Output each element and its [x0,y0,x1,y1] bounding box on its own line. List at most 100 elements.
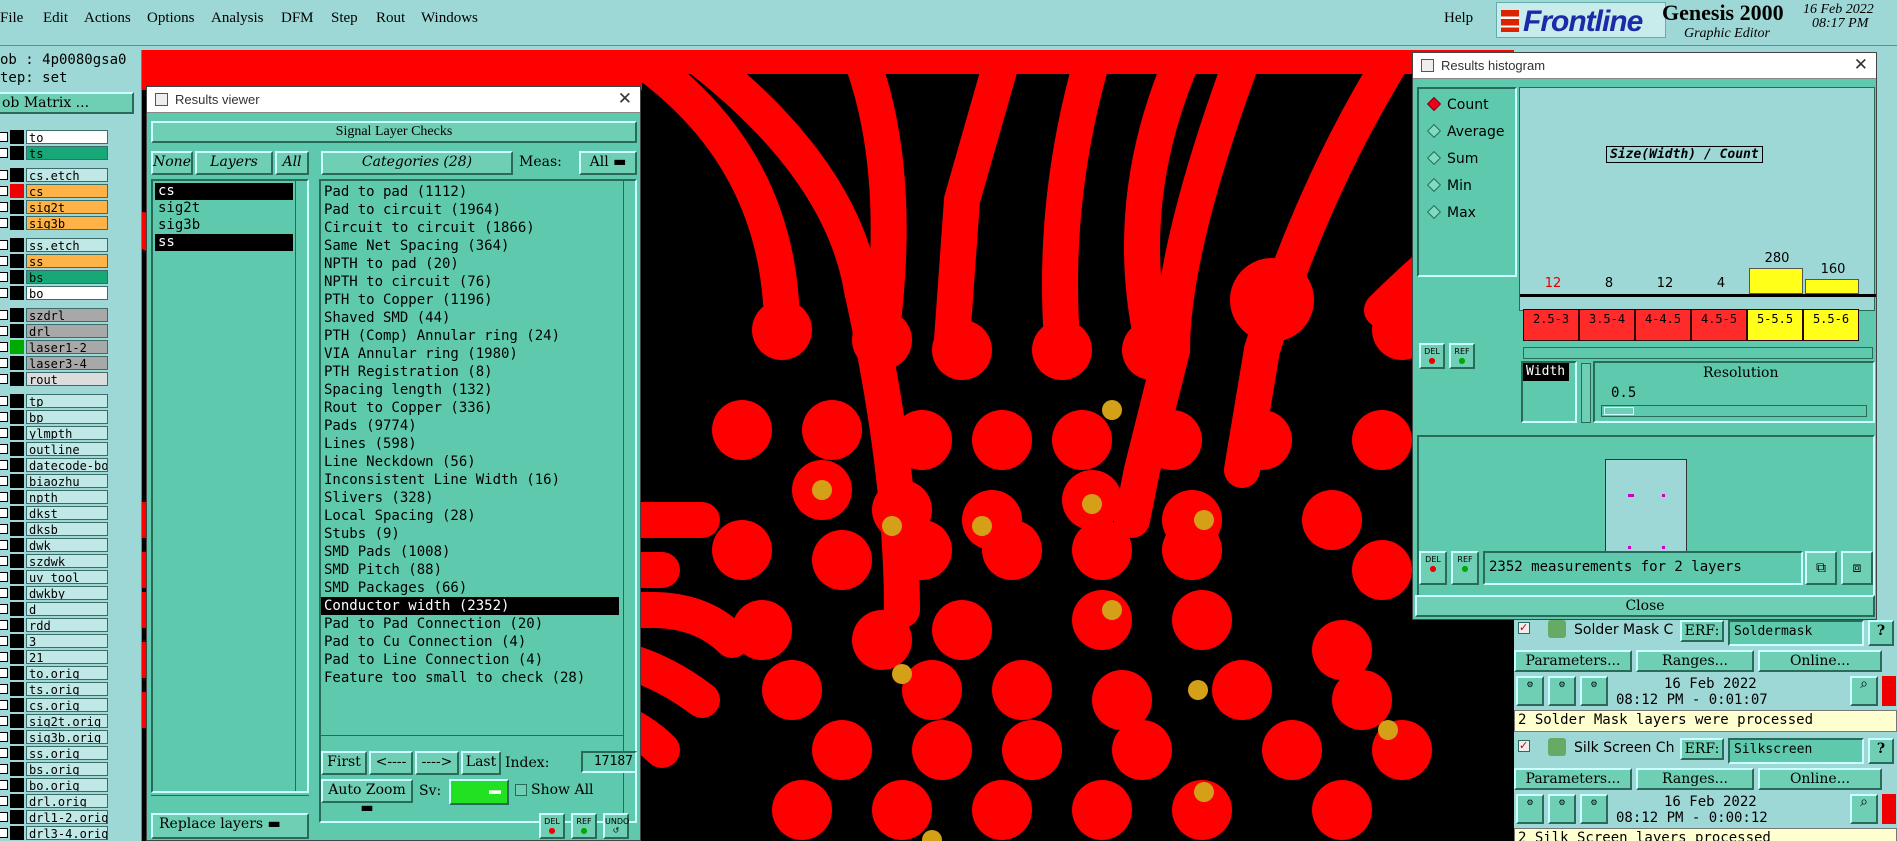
result-layer-item[interactable]: sig3b [155,217,293,234]
undo-button[interactable]: UNDO ↺ [603,813,629,839]
check-enable-checkbox[interactable]: ✓ [1518,740,1530,752]
auto-zoom-button[interactable]: Auto Zoom ▬ [321,779,413,816]
run-all-icon[interactable]: ⚙ [1580,676,1608,706]
layer-color-swatch[interactable] [10,270,24,284]
layer-color-swatch[interactable] [10,666,24,680]
layer-row[interactable]: uv_tool [0,570,142,585]
replace-layers-button[interactable]: Replace layers ▬ [151,813,309,839]
layer-row[interactable]: dwk [0,538,142,553]
category-item[interactable]: Inconsistent Line Width (16) [321,471,619,489]
ranges-button[interactable]: Ranges... [1636,650,1754,672]
layer-row[interactable]: sig2t.orig [0,714,142,729]
layer-row[interactable]: dksb [0,522,142,537]
category-item[interactable]: Line Neckdown (56) [321,453,619,471]
layer-checkbox[interactable] [0,476,8,486]
sv-color-dropdown[interactable]: ▬ [449,779,509,805]
layer-row[interactable]: ylmpth [0,426,142,441]
layer-checkbox[interactable] [0,572,8,582]
layer-row[interactable]: ss.orig [0,746,142,761]
menu-help[interactable]: Help [1444,10,1473,27]
layer-checkbox[interactable] [0,636,8,646]
category-item[interactable]: Spacing length (132) [321,381,619,399]
online-button[interactable]: Online... [1758,650,1882,672]
histogram-hscroll[interactable] [1523,347,1873,359]
layer-row[interactable]: drl [0,324,142,339]
layer-row[interactable]: to [0,130,142,145]
layer-color-swatch[interactable] [10,168,24,182]
show-all-checkbox[interactable] [515,784,527,796]
resolution-slider[interactable] [1601,405,1867,417]
layer-row[interactable]: sig2t [0,200,142,215]
layer-row[interactable]: sig3b [0,216,142,231]
category-item[interactable]: VIA Annular ring (1980) [321,345,619,363]
category-item[interactable]: Pad to Pad Connection (20) [321,615,619,633]
hist-ref-button[interactable]: REF ● [1449,343,1475,369]
menu-edit[interactable]: Edit [43,10,68,27]
category-item[interactable]: Pads (9774) [321,417,619,435]
preview-ref-button[interactable]: REF ● [1451,551,1479,585]
job-matrix-button[interactable]: ob Matrix ... [0,92,134,114]
prev-button[interactable]: <---- [369,751,413,775]
layer-color-swatch[interactable] [10,474,24,488]
layer-checkbox[interactable] [0,132,8,142]
layer-color-swatch[interactable] [10,570,24,584]
layer-row[interactable]: datecode-bo [0,458,142,473]
layer-color-swatch[interactable] [10,778,24,792]
layer-checkbox[interactable] [0,288,8,298]
layer-checkbox[interactable] [0,428,8,438]
layer-row[interactable]: cs [0,184,142,199]
category-item[interactable]: Same Net Spacing (364) [321,237,619,255]
histogram-titlebar[interactable]: Results histogram ✕ [1413,53,1876,79]
layer-color-swatch[interactable] [10,442,24,456]
category-item[interactable]: Stubs (9) [321,525,619,543]
layer-color-swatch[interactable] [10,538,24,552]
layer-row[interactable]: bp [0,410,142,425]
layer-checkbox[interactable] [0,256,8,266]
layer-color-swatch[interactable] [10,324,24,338]
layer-color-swatch[interactable] [10,340,24,354]
layer-color-swatch[interactable] [10,308,24,322]
layer-row[interactable]: biaozhu [0,474,142,489]
layer-checkbox[interactable] [0,604,8,614]
layer-checkbox[interactable] [0,148,8,158]
layer-row[interactable]: dwkby [0,586,142,601]
category-item[interactable]: Circuit to circuit (1866) [321,219,619,237]
layer-row[interactable]: tp [0,394,142,409]
histogram-bin-range[interactable]: 3.5-4 [1579,309,1635,341]
index-field[interactable]: 17187 [581,751,637,773]
categories-hscroll[interactable] [321,735,623,747]
layer-checkbox[interactable] [0,764,8,774]
layer-color-swatch[interactable] [10,200,24,214]
menu-analysis[interactable]: Analysis [211,10,264,27]
layer-row[interactable]: rout [0,372,142,387]
layer-color-swatch[interactable] [10,794,24,808]
layer-checkbox[interactable] [0,828,8,838]
run-step-icon[interactable]: ⚙ [1548,676,1576,706]
layer-checkbox[interactable] [0,342,8,352]
first-button[interactable]: First [321,751,367,775]
run-icon[interactable]: ⚙ [1516,794,1544,824]
category-item[interactable]: Feature too small to check (28) [321,669,619,687]
field-scrollbar[interactable] [1581,363,1591,423]
layer-checkbox[interactable] [0,444,8,454]
category-item[interactable]: Pad to circuit (1964) [321,201,619,219]
layer-color-swatch[interactable] [10,394,24,408]
layer-color-swatch[interactable] [10,426,24,440]
signal-layer-checks-header[interactable]: Signal Layer Checks [151,121,637,143]
category-item[interactable]: Conductor width (2352) [321,597,619,615]
histogram-bin-range[interactable]: 4.5-5 [1691,309,1747,341]
category-item[interactable]: Pad to Cu Connection (4) [321,633,619,651]
layer-color-swatch[interactable] [10,762,24,776]
all-button[interactable]: All [275,151,309,175]
layer-checkbox[interactable] [0,588,8,598]
layer-color-swatch[interactable] [10,602,24,616]
menu-options[interactable]: Options [147,10,195,27]
layer-row[interactable]: rdd [0,618,142,633]
layer-color-swatch[interactable] [10,634,24,648]
run-icon[interactable]: ⚙ [1516,676,1544,706]
layer-row[interactable]: dkst [0,506,142,521]
layer-checkbox[interactable] [0,374,8,384]
layer-row[interactable]: 21 [0,650,142,665]
layer-color-swatch[interactable] [10,130,24,144]
zoom-fit-icon[interactable]: ⧉ [1805,551,1837,585]
